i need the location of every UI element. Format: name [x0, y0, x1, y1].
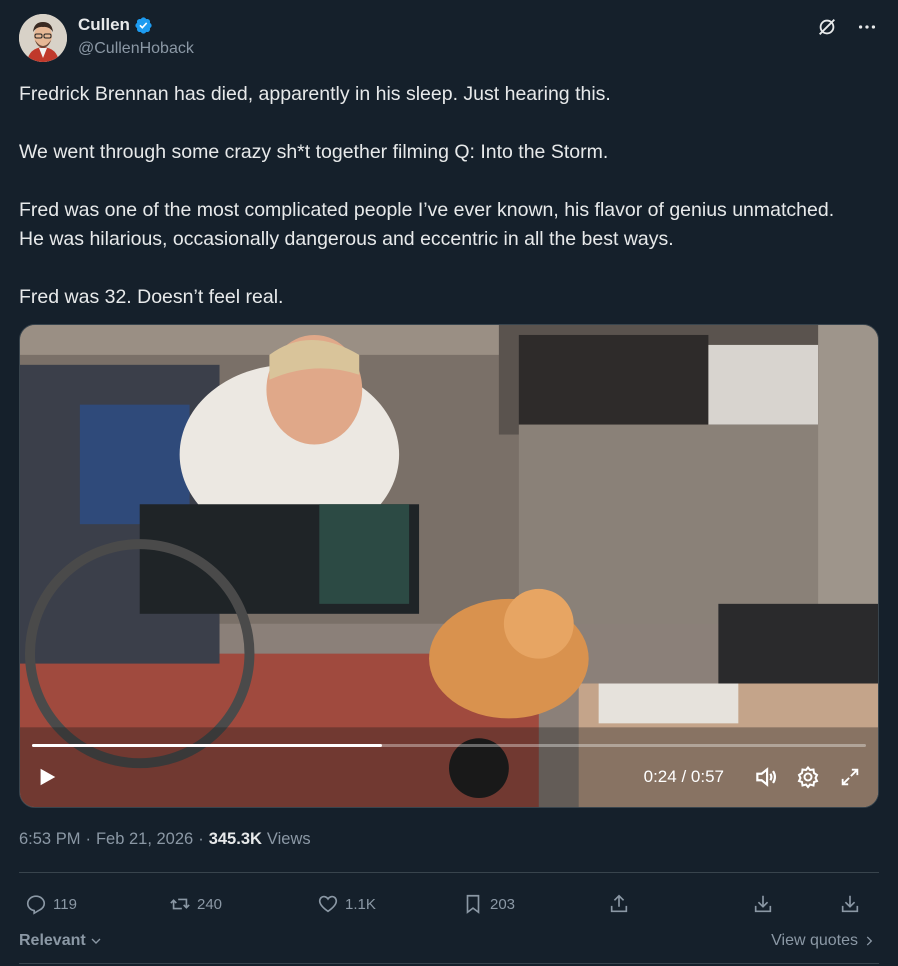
video-player[interactable]: 0:24 / 0:57: [19, 324, 879, 808]
share-button[interactable]: [608, 893, 630, 915]
chevron-right-icon: [866, 936, 873, 946]
video-current-time: 0:24: [643, 767, 677, 786]
video-frame: [20, 325, 878, 807]
meta-separator: ·: [85, 830, 91, 848]
verified-badge-icon: [135, 16, 152, 34]
fullscreen-icon[interactable]: [836, 763, 864, 791]
sort-relevant-dropdown[interactable]: Relevant: [19, 932, 104, 950]
bookmark-count: 203: [490, 895, 516, 913]
tweet-text: Fredrick Brennan has died, apparently in…: [19, 80, 889, 312]
bookmark-button[interactable]: 203: [462, 893, 515, 915]
avatar[interactable]: [19, 14, 67, 62]
author-handle[interactable]: @CullenHoback: [78, 40, 194, 58]
volume-icon[interactable]: [752, 763, 780, 791]
tweet-line: Fredrick Brennan has died, apparently in…: [19, 83, 611, 105]
like-button[interactable]: 1.1K: [317, 893, 376, 915]
tweet-line: He was hilarious, occasionally dangerous…: [19, 228, 674, 250]
tweet-line: Fred was 32. Doesn’t feel real.: [19, 286, 284, 308]
header-actions: [814, 14, 880, 40]
divider: [19, 963, 879, 964]
tweet-time[interactable]: 6:53 PM: [19, 830, 80, 849]
like-icon: [318, 895, 338, 913]
reply-icon: [26, 895, 46, 915]
author-name[interactable]: Cullen: [78, 15, 130, 35]
meta-separator: ·: [198, 830, 204, 848]
divider: [19, 872, 879, 873]
video-time-separator: /: [681, 767, 687, 786]
grok-icon[interactable]: [814, 14, 840, 40]
views-count: 345.3K: [208, 830, 262, 848]
view-quotes-link[interactable]: View quotes: [771, 932, 876, 950]
video-time: 0:24 / 0:57: [644, 767, 724, 787]
like-count: 1.1K: [345, 895, 376, 913]
view-quotes-label: View quotes: [771, 932, 858, 949]
views-label: Views: [266, 830, 311, 848]
repost-count: 240: [197, 895, 223, 913]
avatar-image: [19, 14, 67, 62]
chevron-down-icon: [91, 938, 101, 944]
bookmark-icon: [466, 894, 480, 914]
tweet-line: Fred was one of the most complicated peo…: [19, 199, 835, 221]
tweet-meta: 6:53 PM · Feb 21, 2026 · 345.3K Views: [19, 830, 311, 849]
share-icon: [610, 894, 628, 913]
video-controls: 0:24 / 0:57: [20, 747, 878, 807]
download-button[interactable]: [839, 893, 861, 915]
reply-count: 119: [53, 895, 77, 913]
tweet-line: We went through some crazy sh*t together…: [19, 141, 609, 163]
play-icon[interactable]: [34, 764, 60, 790]
download-icon: [754, 895, 772, 913]
author-name-row[interactable]: Cullen: [78, 15, 153, 35]
tweet-actions: 119 240 1.1K 203: [19, 886, 879, 922]
download-icon: [841, 895, 859, 913]
sort-label: Relevant: [19, 932, 86, 949]
reply-button[interactable]: 119: [25, 893, 77, 915]
more-icon[interactable]: [854, 14, 880, 40]
repost-button[interactable]: 240: [169, 893, 222, 915]
settings-icon[interactable]: [794, 763, 822, 791]
video-duration: 0:57: [690, 767, 724, 786]
tweet-date[interactable]: Feb 21, 2026: [96, 830, 193, 849]
download-video-button[interactable]: [752, 893, 774, 915]
repost-icon: [170, 898, 190, 910]
